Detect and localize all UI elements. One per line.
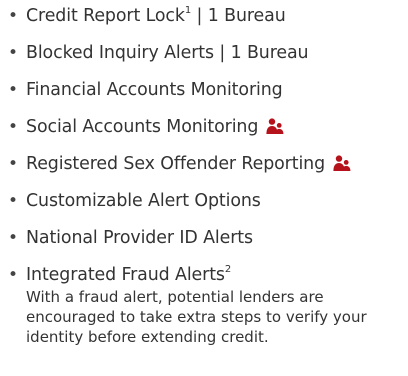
feature-label: Integrated Fraud Alerts2	[26, 264, 232, 285]
bullet: •	[8, 191, 19, 211]
bullet: •	[8, 154, 19, 174]
feature-label: Customizable Alert Options	[26, 191, 261, 211]
bullet: •	[8, 228, 19, 248]
bullet: •	[8, 117, 19, 137]
feature-item-customizable-alert-options: • Customizable Alert Options	[0, 185, 408, 222]
family-icon	[333, 155, 351, 171]
feature-item-integrated-fraud-alerts: • Integrated Fraud Alerts2 With a fraud …	[0, 259, 408, 347]
bullet: •	[8, 6, 19, 26]
feature-item-credit-report-lock: • Credit Report Lock1 | 1 Bureau	[0, 0, 408, 37]
feature-list: • Credit Report Lock1 | 1 Bureau • Block…	[0, 0, 408, 347]
footnote-marker: 2	[224, 264, 232, 276]
feature-label: Financial Accounts Monitoring	[26, 80, 283, 100]
feature-label: Registered Sex Offender Reporting	[26, 154, 351, 174]
feature-label: Credit Report Lock1 | 1 Bureau	[26, 5, 286, 26]
feature-item-social-accounts-monitoring: • Social Accounts Monitoring	[0, 111, 408, 148]
bullet: •	[8, 80, 19, 100]
fraud-alert-description: With a fraud alert, potential lenders ar…	[26, 288, 367, 346]
feature-label: Social Accounts Monitoring	[26, 117, 284, 137]
feature-label: Blocked Inquiry Alerts | 1 Bureau	[26, 43, 309, 63]
bullet: •	[8, 265, 19, 285]
footnote-marker: 1	[184, 5, 192, 17]
feature-item-financial-accounts-monitoring: • Financial Accounts Monitoring	[0, 74, 408, 111]
family-icon	[266, 118, 284, 134]
feature-item-blocked-inquiry-alerts: • Blocked Inquiry Alerts | 1 Bureau	[0, 37, 408, 74]
bullet: •	[8, 43, 19, 63]
feature-item-registered-sex-offender-reporting: • Registered Sex Offender Reporting	[0, 148, 408, 185]
feature-item-national-provider-id-alerts: • National Provider ID Alerts	[0, 222, 408, 259]
feature-label: National Provider ID Alerts	[26, 228, 253, 248]
